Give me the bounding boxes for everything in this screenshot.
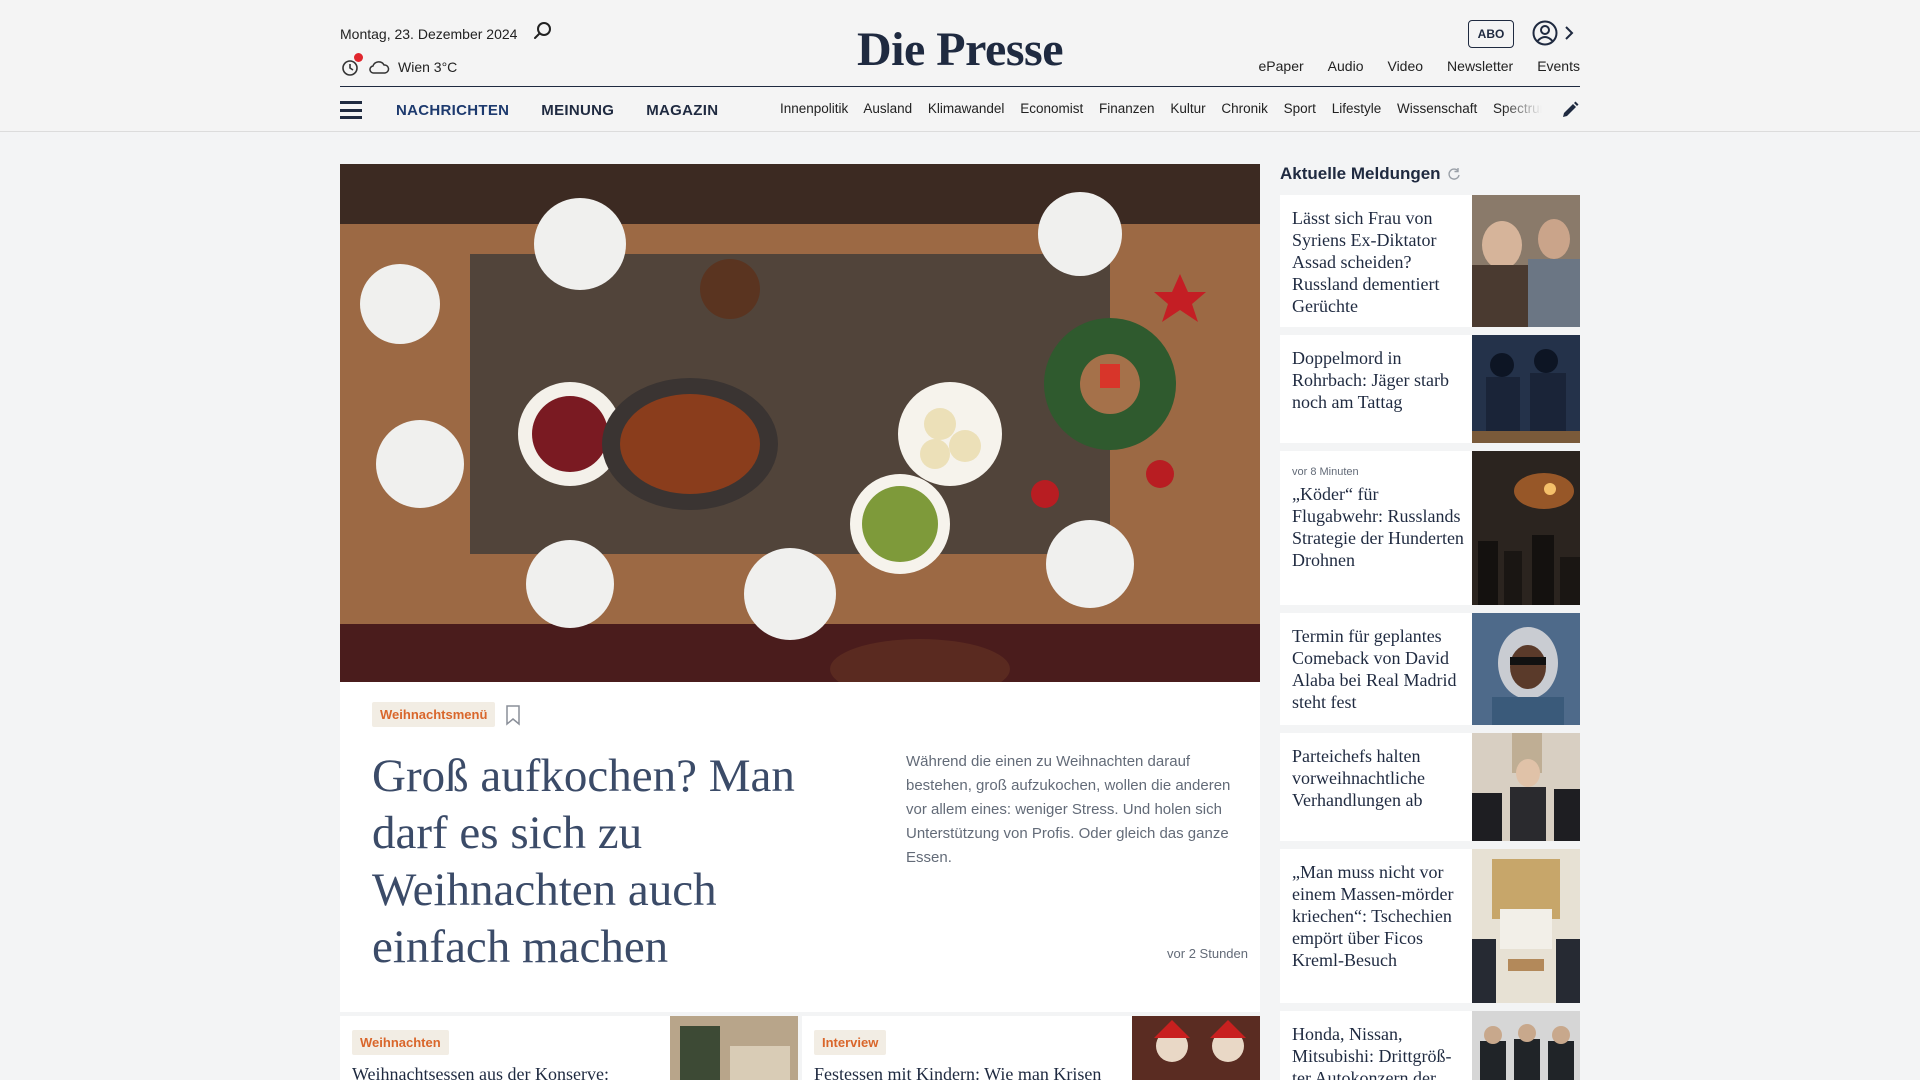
header-divider <box>340 86 1580 87</box>
user-icon <box>1532 20 1558 46</box>
hero-teaser: Während die einen zu Weihnachten darauf … <box>906 753 1231 866</box>
nav-nachrichten[interactable]: NACHRICHTEN <box>396 102 509 119</box>
subnav-ausland[interactable]: Ausland <box>863 101 912 116</box>
news-item-text: Honda, Nissan, Mitsubishi: Drittgröß-ter… <box>1292 1023 1466 1080</box>
hero-timestamp: vor 2 Stunden <box>1167 946 1248 961</box>
card-headline[interactable]: Festessen mit Kindern: Wie man Krisen <box>814 1064 1101 1080</box>
news-item-headline[interactable]: Doppelmord in Rohrbach: Jäger starb noch… <box>1292 348 1449 412</box>
card-headline[interactable]: Weihnachtsessen aus der Konserve: <box>352 1064 609 1080</box>
news-item-text: „Man muss nicht vor einem Massen-mörder … <box>1292 861 1466 971</box>
abo-button[interactable]: ABO <box>1468 20 1514 48</box>
news-item-headline[interactable]: Termin für geplantes Comeback von David … <box>1292 626 1456 712</box>
news-item-image[interactable] <box>1472 1011 1580 1080</box>
news-item[interactable]: Lässt sich Frau von Syriens Ex-Diktator … <box>1280 195 1580 327</box>
news-item[interactable]: Honda, Nissan, Mitsubishi: Drittgröß-ter… <box>1280 1011 1580 1080</box>
news-item[interactable]: Termin für geplantes Comeback von David … <box>1280 613 1580 725</box>
main-nav: NACHRICHTEN MEINUNG MAGAZIN <box>340 96 750 124</box>
news-item-headline[interactable]: Parteichefs halten vorweihnachtliche Ver… <box>1292 746 1425 810</box>
card-image[interactable] <box>670 1016 798 1080</box>
news-item[interactable]: Parteichefs halten vorweihnachtliche Ver… <box>1280 733 1580 841</box>
teaser-card[interactable]: Weihnachten Weihnachtsessen aus der Kons… <box>340 1016 798 1080</box>
news-item[interactable]: Doppelmord in Rohrbach: Jäger starb noch… <box>1280 335 1580 443</box>
clock-icon <box>340 53 363 77</box>
menu-icon[interactable] <box>340 101 362 119</box>
weather-label: Wien 3°C <box>398 59 458 75</box>
news-item-text: Doppelmord in Rohrbach: Jäger starb noch… <box>1292 347 1466 413</box>
subnav-fade <box>1502 98 1542 124</box>
news-item-image[interactable] <box>1472 195 1580 327</box>
news-item-time: vor 8 Minuten <box>1292 466 1359 478</box>
category-tag[interactable]: Weihnachtsmenü <box>372 702 496 727</box>
link-events[interactable]: Events <box>1537 58 1580 74</box>
nav-magazin[interactable]: MAGAZIN <box>646 102 718 119</box>
teaser-card[interactable]: Interview Festessen mit Kindern: Wie man… <box>802 1016 1260 1080</box>
news-item-image[interactable] <box>1472 733 1580 841</box>
link-epaper[interactable]: ePaper <box>1259 58 1304 74</box>
current-date: Montag, 23. Dezember 2024 <box>340 26 518 42</box>
nav-meinung[interactable]: MEINUNG <box>541 102 614 119</box>
news-item-image[interactable] <box>1472 335 1580 443</box>
category-tag[interactable]: Weihnachten <box>352 1030 449 1055</box>
user-account-button[interactable] <box>1532 18 1578 48</box>
search-icon[interactable] <box>532 20 554 42</box>
card-image[interactable] <box>1132 1016 1260 1080</box>
news-item-headline[interactable]: Honda, Nissan, Mitsubishi: Drittgröß-ter… <box>1292 1024 1452 1080</box>
sidebar-heading-label: Aktuelle Meldungen <box>1280 164 1441 183</box>
site-header: Montag, 23. Dezember 2024 Wien 3°C Die P… <box>0 0 1920 132</box>
cloud-icon <box>369 61 390 74</box>
subnav-finanzen[interactable]: Finanzen <box>1099 101 1155 116</box>
link-video[interactable]: Video <box>1387 58 1423 74</box>
subnav-sport[interactable]: Sport <box>1284 101 1316 116</box>
news-item-image[interactable] <box>1472 451 1580 605</box>
news-item-headline[interactable]: Lässt sich Frau von Syriens Ex-Diktator … <box>1292 208 1439 316</box>
subnav-klimawandel[interactable]: Klimawandel <box>928 101 1005 116</box>
news-item[interactable]: vor 8 Minuten „Köder“ für Flugabwehr: Ru… <box>1280 451 1580 605</box>
top-links: ePaper Audio Video Newsletter Events <box>1259 58 1580 74</box>
hero-headline[interactable]: Groß aufkochen? Man darf es sich zu Weih… <box>372 748 812 976</box>
link-audio[interactable]: Audio <box>1328 58 1364 74</box>
subnav-economist[interactable]: Economist <box>1020 101 1083 116</box>
chevron-right-icon <box>1565 26 1574 40</box>
link-newsletter[interactable]: Newsletter <box>1447 58 1513 74</box>
sidebar-heading: Aktuelle Meldungen <box>1280 164 1461 184</box>
news-item-text: vor 8 Minuten „Köder“ für Flugabwehr: Ru… <box>1292 465 1466 571</box>
sub-nav: Innenpolitik Ausland Klimawandel Economi… <box>780 101 1542 121</box>
news-item-headline[interactable]: „Köder“ für Flugabwehr: Russlands Strate… <box>1292 484 1464 570</box>
news-item-image[interactable] <box>1472 849 1580 1003</box>
news-item-text: Termin für geplantes Comeback von David … <box>1292 625 1466 713</box>
notification-dot <box>354 53 363 62</box>
hero-article[interactable]: Weihnachtsmenü Groß aufkochen? Man darf … <box>340 164 1260 1012</box>
subnav-lifestyle[interactable]: Lifestyle <box>1332 101 1382 116</box>
pencil-icon[interactable] <box>1560 100 1580 120</box>
news-item-text: Lässt sich Frau von Syriens Ex-Diktator … <box>1292 207 1466 317</box>
subnav-kultur[interactable]: Kultur <box>1170 101 1205 116</box>
subnav-wissenschaft[interactable]: Wissenschaft <box>1397 101 1477 116</box>
hero-kicker: Weihnachtsmenü <box>372 702 521 727</box>
subnav-chronik[interactable]: Chronik <box>1221 101 1268 116</box>
news-item-headline[interactable]: „Man muss nicht vor einem Massen-mörder … <box>1292 862 1453 970</box>
refresh-icon[interactable] <box>1447 167 1461 181</box>
site-logo[interactable]: Die Presse <box>830 22 1090 77</box>
category-tag[interactable]: Interview <box>814 1030 887 1055</box>
news-item[interactable]: „Man muss nicht vor einem Massen-mörder … <box>1280 849 1580 1003</box>
hero-image[interactable] <box>340 164 1260 682</box>
news-item-image[interactable] <box>1472 613 1580 725</box>
news-item-text: Parteichefs halten vorweihnachtliche Ver… <box>1292 745 1466 811</box>
weather-widget[interactable]: Wien 3°C <box>340 53 458 78</box>
subnav-innenpolitik[interactable]: Innenpolitik <box>780 101 848 116</box>
bookmark-icon[interactable] <box>505 704 521 726</box>
